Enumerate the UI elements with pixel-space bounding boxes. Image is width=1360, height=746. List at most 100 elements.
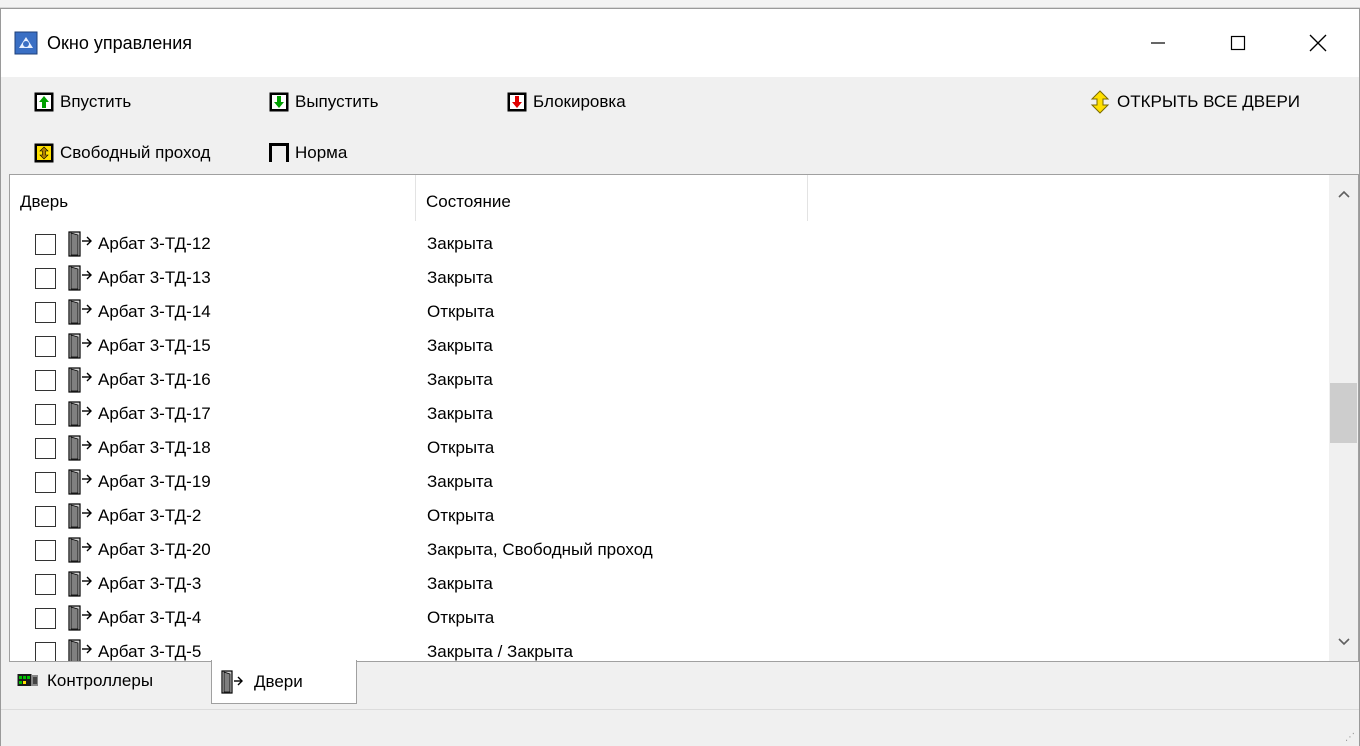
door-state: Открыта xyxy=(427,506,495,525)
row-checkbox[interactable] xyxy=(35,268,56,289)
door-icon xyxy=(68,469,92,495)
column-header-empty[interactable] xyxy=(808,175,1329,221)
let-in-button[interactable]: Впустить xyxy=(34,87,131,117)
table-row[interactable]: Арбат 3-ТД-3 Закрыта xyxy=(10,567,1329,601)
background-window-strip xyxy=(0,0,1360,8)
row-checkbox[interactable] xyxy=(35,642,56,661)
table-row[interactable]: Арбат 3-ТД-19 Закрыта xyxy=(10,465,1329,499)
double-arrow-boxed-icon xyxy=(34,143,54,163)
close-button[interactable] xyxy=(1288,9,1348,77)
door-name: Арбат 3-ТД-20 xyxy=(98,540,211,559)
row-checkbox[interactable] xyxy=(35,608,56,629)
open-all-doors-label: ОТКРЫТЬ ВСЕ ДВЕРИ xyxy=(1117,92,1301,111)
block-label: Блокировка xyxy=(533,92,626,111)
door-icon xyxy=(68,333,92,359)
block-button[interactable]: Блокировка xyxy=(507,87,626,117)
tab-doors[interactable]: Двери xyxy=(211,660,357,704)
door-state: Закрыта xyxy=(427,404,493,423)
scroll-up-button[interactable] xyxy=(1329,175,1358,213)
table-row[interactable]: Арбат 3-ТД-14 Открыта xyxy=(10,295,1329,329)
scroll-thumb[interactable] xyxy=(1330,383,1357,443)
door-name: Арбат 3-ТД-2 xyxy=(98,506,202,525)
door-icon xyxy=(68,537,92,563)
scroll-down-button[interactable] xyxy=(1329,623,1358,661)
row-checkbox[interactable] xyxy=(35,370,56,391)
close-icon xyxy=(1309,34,1327,52)
table-row[interactable]: Арбат 3-ТД-2 Открыта xyxy=(10,499,1329,533)
door-state: Закрыта / Закрыта xyxy=(427,642,573,661)
table-row[interactable]: Арбат 3-ТД-17 Закрыта xyxy=(10,397,1329,431)
open-all-doors-button[interactable]: ОТКРЫТЬ ВСЕ ДВЕРИ xyxy=(1089,87,1300,117)
free-pass-label: Свободный проход xyxy=(60,143,211,162)
double-arrow-yellow-icon xyxy=(1090,90,1110,114)
table-row[interactable]: Арбат 3-ТД-15 Закрыта xyxy=(10,329,1329,363)
window-title: Окно управления xyxy=(47,33,193,53)
table-row[interactable]: Арбат 3-ТД-20 Закрыта, Свободный проход xyxy=(10,533,1329,567)
row-checkbox[interactable] xyxy=(35,336,56,357)
door-icon xyxy=(68,299,92,325)
door-name: Арбат 3-ТД-19 xyxy=(98,472,211,491)
door-icon xyxy=(68,265,92,291)
row-checkbox[interactable] xyxy=(35,574,56,595)
free-pass-button[interactable]: Свободный проход xyxy=(34,138,210,168)
control-window: Окно управления Впустить Выпустить Блоки… xyxy=(0,8,1360,746)
row-checkbox[interactable] xyxy=(35,302,56,323)
door-icon xyxy=(68,435,92,461)
door-state: Закрыта xyxy=(427,574,493,593)
command-toolbar: Впустить Выпустить Блокировка ОТКРЫТЬ ВС… xyxy=(1,77,1359,174)
table-row[interactable]: Арбат 3-ТД-16 Закрыта xyxy=(10,363,1329,397)
door-icon xyxy=(68,401,92,427)
row-checkbox[interactable] xyxy=(35,438,56,459)
door-state: Закрыта, Свободный проход xyxy=(427,540,653,559)
tab-doors-label: Двери xyxy=(254,671,303,691)
tab-controllers[interactable]: Контроллеры xyxy=(9,662,211,700)
door-name: Арбат 3-ТД-16 xyxy=(98,370,211,389)
row-checkbox[interactable] xyxy=(35,234,56,255)
table-row[interactable]: Арбат 3-ТД-5 Закрыта / Закрыта xyxy=(10,635,1329,661)
normal-button[interactable]: Норма xyxy=(269,138,347,168)
door-icon xyxy=(68,571,92,597)
chevron-down-icon xyxy=(1337,638,1350,646)
door-name: Арбат 3-ТД-13 xyxy=(98,268,211,287)
normal-label: Норма xyxy=(295,143,348,162)
table-row[interactable]: Арбат 3-ТД-18 Открыта xyxy=(10,431,1329,465)
door-name: Арбат 3-ТД-17 xyxy=(98,404,211,423)
app-icon xyxy=(14,31,38,55)
vertical-scrollbar[interactable] xyxy=(1329,175,1358,661)
table-row[interactable]: Арбат 3-ТД-12 Закрыта xyxy=(10,227,1329,261)
row-checkbox[interactable] xyxy=(35,506,56,527)
door-name: Арбат 3-ТД-15 xyxy=(98,336,211,355)
chevron-up-icon xyxy=(1337,190,1350,198)
door-state: Открыта xyxy=(427,438,495,457)
status-bar: ⋰ xyxy=(1,709,1359,746)
row-checkbox[interactable] xyxy=(35,404,56,425)
row-checkbox[interactable] xyxy=(35,472,56,493)
arrow-down-red-icon xyxy=(507,92,527,112)
maximize-button[interactable] xyxy=(1208,9,1268,77)
door-state: Закрыта xyxy=(427,472,493,491)
door-icon xyxy=(68,231,92,257)
frame-icon xyxy=(269,143,289,162)
table-row[interactable]: Арбат 3-ТД-4 Открыта xyxy=(10,601,1329,635)
table-row[interactable]: Арбат 3-ТД-13 Закрыта xyxy=(10,261,1329,295)
door-state: Закрыта xyxy=(427,336,493,355)
let-in-label: Впустить xyxy=(60,92,132,111)
door-name: Арбат 3-ТД-12 xyxy=(98,234,211,253)
column-header-door[interactable]: Дверь xyxy=(10,175,416,221)
let-out-label: Выпустить xyxy=(295,92,379,111)
controller-icon xyxy=(17,674,38,686)
let-out-button[interactable]: Выпустить xyxy=(269,87,379,117)
column-header-state[interactable]: Состояние xyxy=(416,175,808,221)
list-header: Дверь Состояние xyxy=(10,175,1329,221)
title-bar[interactable]: Окно управления xyxy=(1,9,1359,77)
door-name: Арбат 3-ТД-3 xyxy=(98,574,202,593)
doors-list[interactable]: Дверь Состояние Арбат 3-ТД-12 Закрыта Арба… xyxy=(9,174,1359,662)
resize-grip-icon[interactable]: ⋰ xyxy=(1345,733,1355,743)
row-checkbox[interactable] xyxy=(35,540,56,561)
door-state: Закрыта xyxy=(427,234,493,253)
arrow-down-green-icon xyxy=(269,92,289,112)
door-name: Арбат 3-ТД-4 xyxy=(98,608,202,627)
maximize-icon xyxy=(1230,35,1246,51)
door-icon xyxy=(221,669,243,694)
minimize-button[interactable] xyxy=(1128,9,1188,77)
